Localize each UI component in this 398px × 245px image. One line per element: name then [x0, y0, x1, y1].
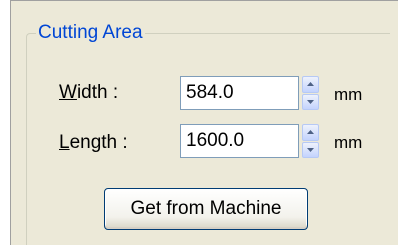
- spin-up-arrow-icon: [307, 82, 314, 87]
- width-spinner: [302, 76, 319, 110]
- spin-down-arrow-icon: [307, 147, 314, 152]
- width-label-text: idth :: [76, 82, 119, 103]
- cutting-area-title: Cutting Area: [36, 22, 145, 44]
- width-spin-up-button[interactable]: [302, 76, 319, 93]
- length-unit-label: mm: [334, 133, 363, 152]
- width-unit-label: mm: [334, 85, 363, 104]
- get-from-machine-button[interactable]: Get from Machine: [104, 188, 308, 230]
- length-input[interactable]: [180, 124, 299, 158]
- width-input[interactable]: [180, 76, 299, 110]
- spin-up-arrow-icon: [307, 130, 314, 135]
- width-label-mnemonic: W: [59, 82, 77, 103]
- spin-down-arrow-icon: [307, 99, 314, 104]
- length-spinner: [302, 124, 319, 158]
- width-label: Width :: [59, 82, 118, 104]
- width-spin-down-button[interactable]: [302, 93, 319, 110]
- length-label-text: ength :: [69, 132, 128, 153]
- length-label-mnemonic: L: [59, 132, 70, 153]
- length-label: Length :: [59, 132, 128, 154]
- length-spin-down-button[interactable]: [302, 141, 319, 158]
- length-spin-up-button[interactable]: [302, 124, 319, 141]
